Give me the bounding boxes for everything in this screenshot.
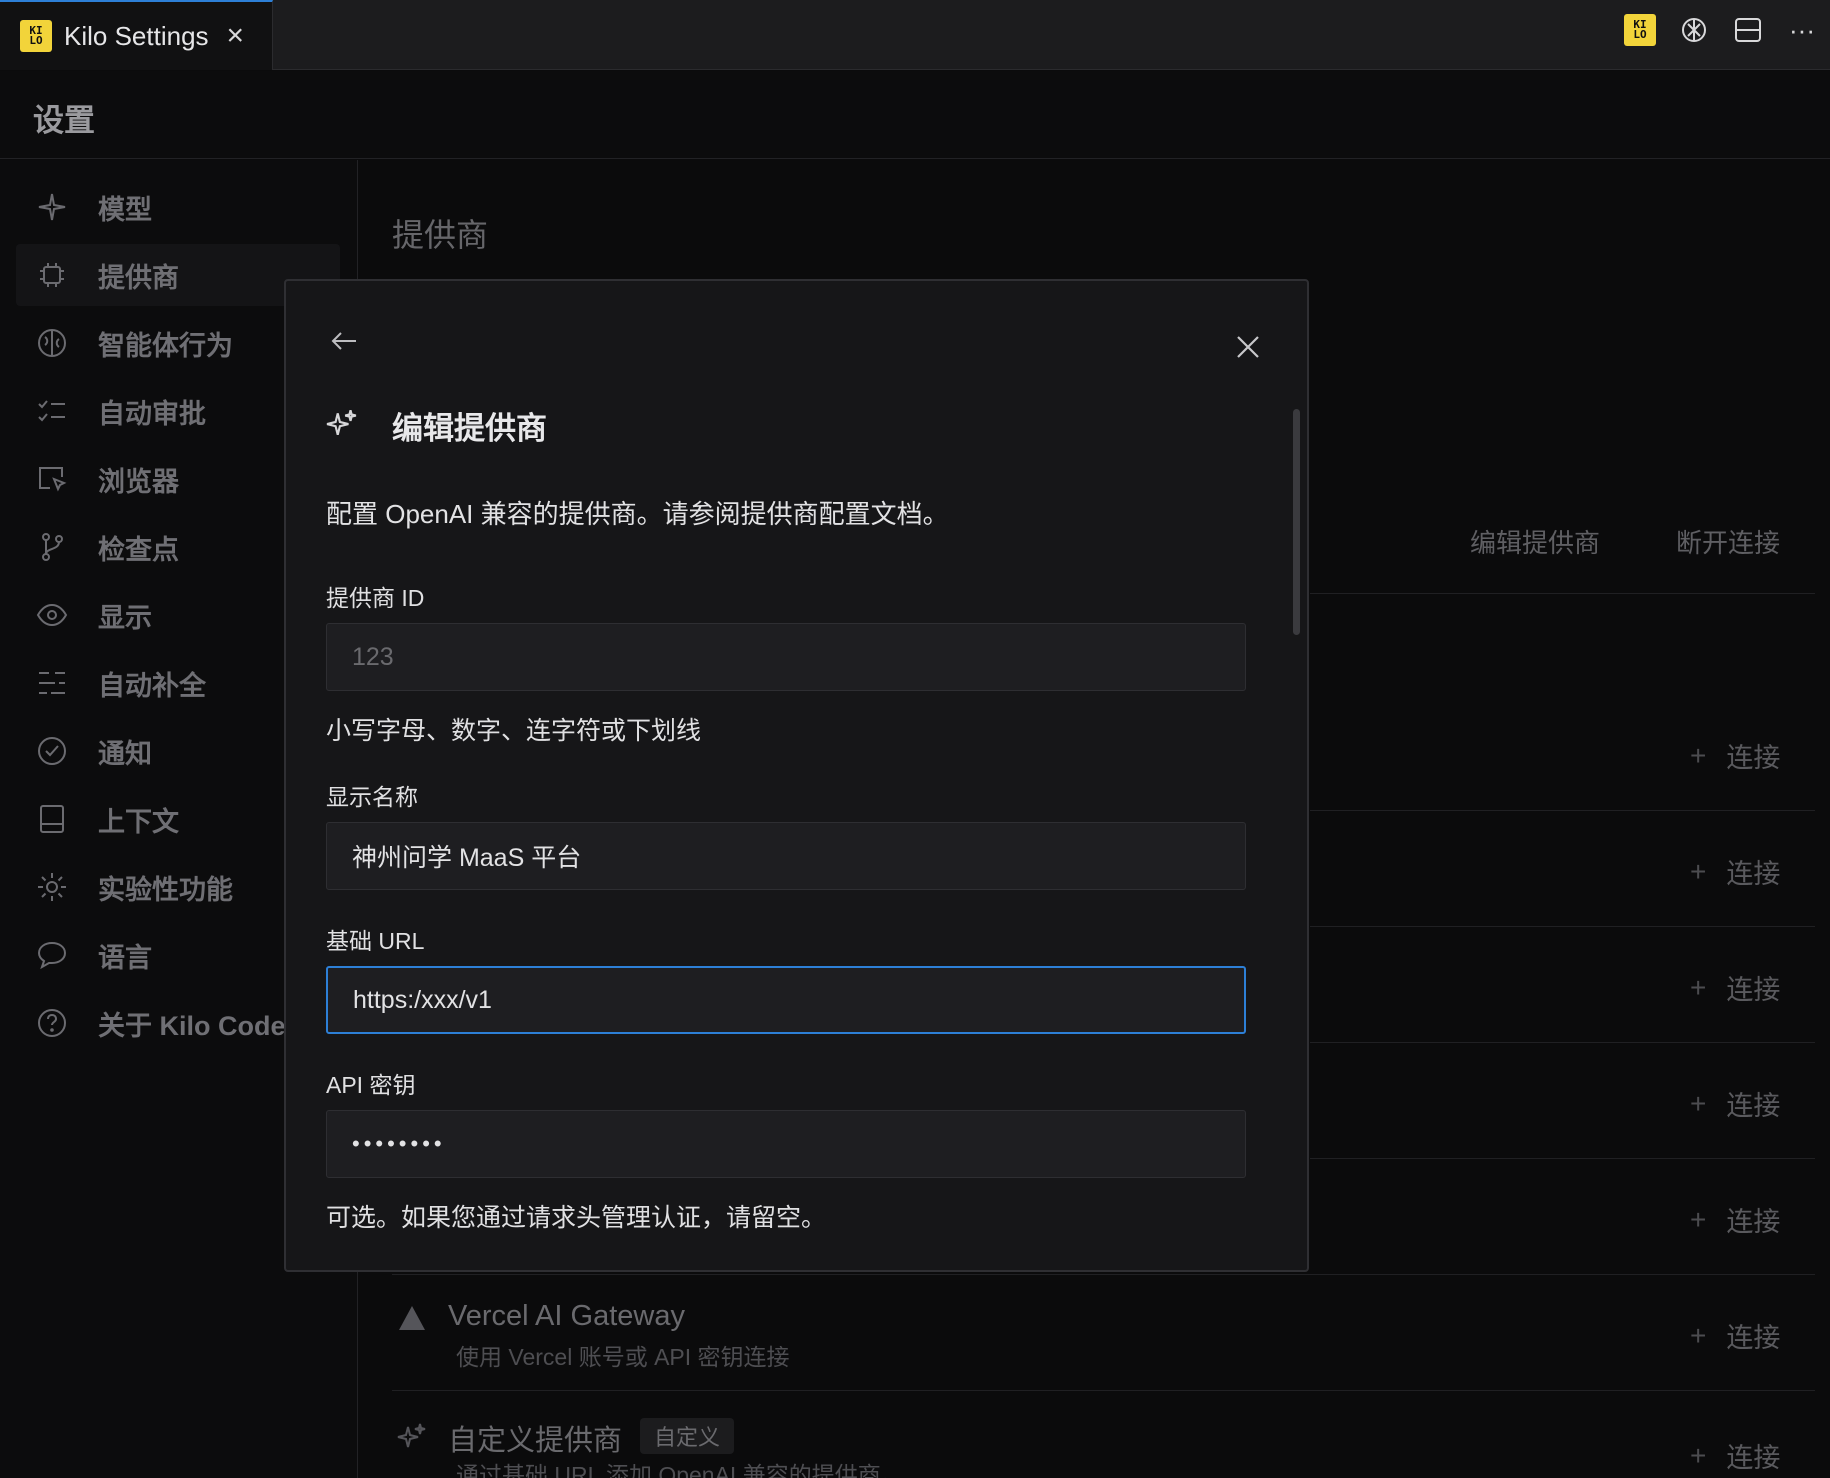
panel-icon xyxy=(34,801,70,837)
sidebar-item-label: 实验性功能 xyxy=(98,874,233,905)
help-circle-icon xyxy=(34,1005,70,1041)
dialog-scrollbar[interactable] xyxy=(1293,409,1300,635)
checklist-icon xyxy=(34,393,70,429)
close-icon[interactable] xyxy=(1230,329,1266,365)
plus-icon: + xyxy=(1690,1087,1707,1119)
connect-button[interactable]: + 连接 xyxy=(1690,736,1780,775)
chat-bubble-icon xyxy=(34,937,70,973)
sparkle-icon xyxy=(34,189,70,225)
divider xyxy=(1310,810,1815,811)
dialog-description: 配置 OpenAI 兼容的提供商。请参阅提供商配置文档。 xyxy=(326,499,949,529)
connect-label: 连接 xyxy=(1726,859,1781,889)
api-key-input[interactable]: •••••••• xyxy=(326,1110,1246,1178)
brain-icon xyxy=(34,325,70,361)
edit-provider-link[interactable]: 编辑提供商 xyxy=(1470,523,1600,560)
check-circle-icon xyxy=(34,733,70,769)
triangle-icon xyxy=(392,1298,432,1338)
sidebar-item-label: 浏览器 xyxy=(98,466,179,497)
plus-icon: + xyxy=(1690,971,1707,1003)
sidebar-item-label: 模型 xyxy=(98,194,152,225)
layout-icon[interactable] xyxy=(1732,14,1764,46)
sidebar-item-label: 智能体行为 xyxy=(98,330,233,361)
divider xyxy=(392,1274,1815,1275)
git-branch-icon xyxy=(34,529,70,565)
base-url-input[interactable]: https:/xxx/v1 xyxy=(326,966,1246,1034)
kilo-logo-icon: KI LO xyxy=(20,20,52,52)
eye-icon xyxy=(34,597,70,633)
connect-button[interactable]: + 连接 xyxy=(1690,1316,1780,1355)
edit-provider-dialog: 编辑提供商 配置 OpenAI 兼容的提供商。请参阅提供商配置文档。 提供商 I… xyxy=(284,279,1309,1272)
toolbar-actions: KI LO ··· xyxy=(1624,14,1818,46)
plus-icon: + xyxy=(1690,1203,1707,1235)
back-arrow-icon[interactable] xyxy=(326,323,362,359)
display-name-input[interactable]: 神州问学 MaaS 平台 xyxy=(326,822,1246,890)
page-title: 设置 xyxy=(33,103,95,138)
connect-label: 连接 xyxy=(1726,1207,1781,1237)
chip-icon xyxy=(34,257,70,293)
provider-name-vercel: Vercel AI Gateway xyxy=(448,1300,685,1332)
connect-button[interactable]: + 连接 xyxy=(1690,1200,1780,1239)
editor-tab-bar: KI LO Kilo Settings × KI LO ··· xyxy=(0,0,1830,70)
base-url-label: 基础 URL xyxy=(326,928,425,954)
sidebar-item-label: 上下文 xyxy=(98,806,179,837)
divider xyxy=(1310,1158,1815,1159)
connect-button[interactable]: + 连接 xyxy=(1690,1436,1780,1475)
connect-label: 连接 xyxy=(1726,1323,1781,1353)
openai-icon[interactable] xyxy=(1678,14,1710,46)
provider-id-input[interactable]: 123 xyxy=(326,623,1246,691)
sidebar-item-label: 通知 xyxy=(98,738,152,769)
custom-badge: 自定义 xyxy=(640,1418,735,1454)
connect-button[interactable]: + 连接 xyxy=(1690,852,1780,891)
connect-label: 连接 xyxy=(1726,743,1781,773)
kilo-logo-icon[interactable]: KI LO xyxy=(1624,14,1656,46)
connect-button[interactable]: + 连接 xyxy=(1690,1084,1780,1123)
close-tab-icon[interactable]: × xyxy=(227,21,245,51)
divider xyxy=(1310,1042,1815,1043)
connect-button[interactable]: + 连接 xyxy=(1690,968,1780,1007)
disconnect-link[interactable]: 断开连接 xyxy=(1676,523,1780,560)
sidebar-item-label: 显示 xyxy=(98,602,152,633)
provider-id-label: 提供商 ID xyxy=(326,585,425,611)
sidebar-item-label: 自动补全 xyxy=(98,670,206,701)
tab-kilo-settings[interactable]: KI LO Kilo Settings × xyxy=(0,0,273,70)
display-name-label: 显示名称 xyxy=(326,784,418,810)
sidebar-item-label: 语言 xyxy=(98,942,152,973)
gear-icon xyxy=(34,869,70,905)
connect-label: 连接 xyxy=(1726,975,1781,1005)
sidebar-item-label: 自动审批 xyxy=(98,398,206,429)
sparkles-icon xyxy=(326,407,362,443)
autocomplete-icon xyxy=(34,665,70,701)
connect-label: 连接 xyxy=(1726,1091,1781,1121)
provider-desc-custom: 通过基础 URL 添加 OpenAI 兼容的提供商。 xyxy=(456,1462,904,1478)
plus-icon: + xyxy=(1690,1319,1707,1351)
api-key-help: 可选。如果您通过请求头管理认证，请留空。 xyxy=(326,1204,827,1232)
connect-label: 连接 xyxy=(1726,1443,1781,1473)
api-key-label: API 密钥 xyxy=(326,1072,416,1098)
tab-title: Kilo Settings xyxy=(64,20,209,51)
sidebar-item-models[interactable]: 模型 xyxy=(16,176,340,238)
sidebar-item-label: 提供商 xyxy=(98,262,179,293)
settings-header: 设置 xyxy=(0,71,1830,159)
provider-desc-vercel: 使用 Vercel 账号或 API 密钥连接 xyxy=(456,1344,790,1370)
provider-id-help: 小写字母、数字、连字符或下划线 xyxy=(326,717,702,745)
plus-icon: + xyxy=(1690,739,1707,771)
sidebar-item-label: 关于 Kilo Code xyxy=(98,1010,286,1041)
more-icon[interactable]: ··· xyxy=(1786,14,1818,46)
plus-icon: + xyxy=(1690,1439,1707,1471)
browser-cursor-icon xyxy=(34,461,70,497)
section-title: 提供商 xyxy=(392,217,489,253)
sparkles-icon xyxy=(392,1416,432,1456)
divider xyxy=(1310,926,1815,927)
plus-icon: + xyxy=(1690,855,1707,887)
divider xyxy=(392,1390,1815,1391)
provider-name-custom: 自定义提供商 xyxy=(448,1425,623,1457)
divider xyxy=(1310,593,1815,594)
sidebar-item-label: 检查点 xyxy=(98,534,179,565)
dialog-title: 编辑提供商 xyxy=(392,411,547,446)
